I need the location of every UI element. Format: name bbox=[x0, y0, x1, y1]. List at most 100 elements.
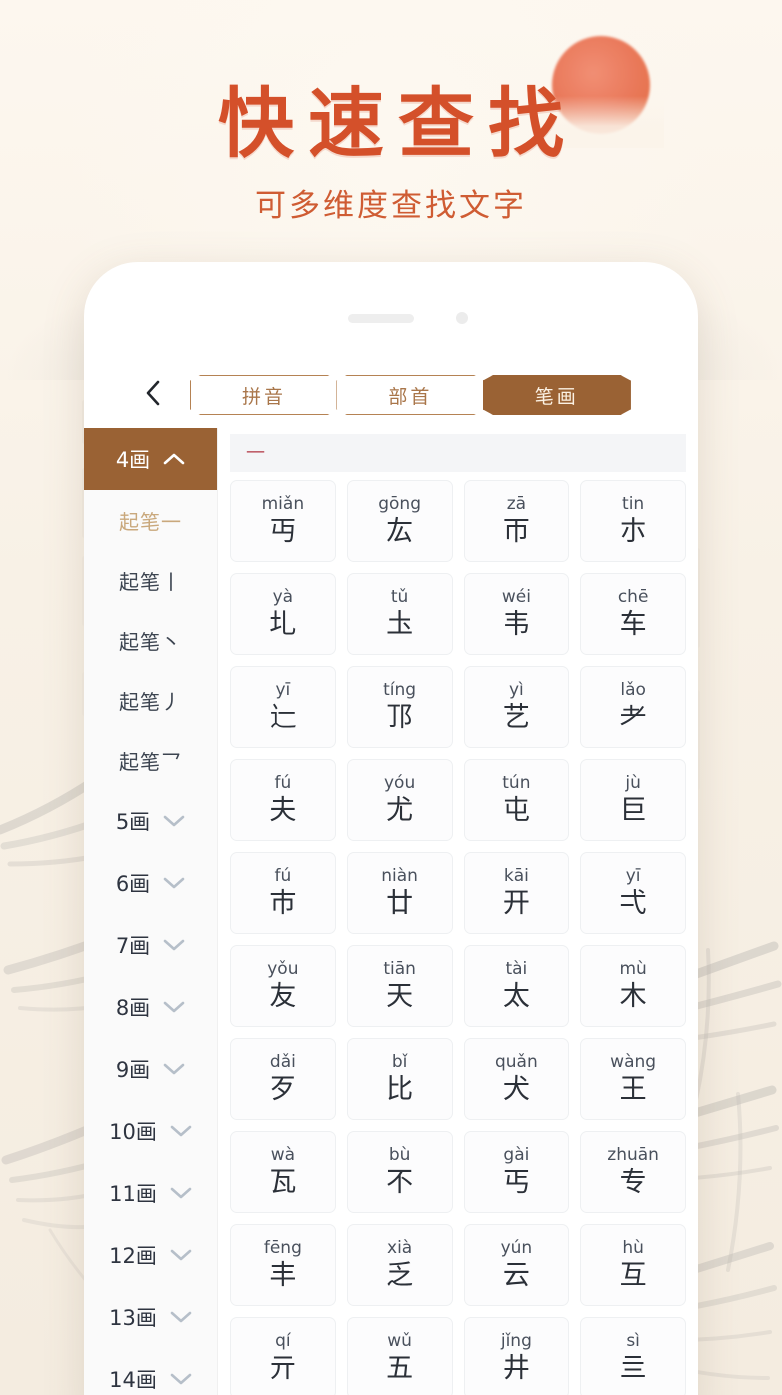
stroke-group-8画[interactable]: 8画 bbox=[84, 976, 217, 1038]
character-cell[interactable]: tiān 天 bbox=[346, 945, 453, 1027]
tab-radical[interactable]: 部首 bbox=[336, 375, 485, 415]
character-pinyin: niàn bbox=[381, 866, 418, 887]
character-cell[interactable]: yǒu 友 bbox=[230, 945, 336, 1027]
character-cell[interactable]: qí 亓 bbox=[230, 1317, 336, 1395]
character-cell[interactable]: miǎn 丏 bbox=[230, 480, 336, 562]
character-cell[interactable]: tǔ 圡 bbox=[346, 573, 453, 655]
chevron-down-icon bbox=[163, 1000, 185, 1014]
character-cell[interactable]: jǐng 井 bbox=[463, 1317, 570, 1395]
character-glyph: 廿 bbox=[386, 887, 414, 919]
character-glyph: 专 bbox=[619, 1166, 647, 1198]
chevron-down-icon bbox=[170, 1248, 192, 1262]
stroke-group-12画[interactable]: 12画 bbox=[84, 1224, 217, 1286]
character-cell[interactable]: kāi 开 bbox=[463, 852, 570, 934]
chevron-down-icon bbox=[163, 1001, 185, 1013]
character-cell[interactable]: yī 辷 bbox=[230, 666, 336, 748]
tab-label: 拼音 bbox=[241, 385, 286, 408]
character-glyph: 云 bbox=[502, 1259, 530, 1291]
chevron-down-icon bbox=[170, 1187, 192, 1199]
stroke-group-13画[interactable]: 13画 bbox=[84, 1286, 217, 1348]
character-glyph: 丐 bbox=[502, 1166, 530, 1198]
character-cell[interactable]: gōng 厷 bbox=[346, 480, 453, 562]
character-cell[interactable]: wéi 韦 bbox=[463, 573, 570, 655]
character-cell[interactable]: fú 巿 bbox=[230, 852, 336, 934]
character-glyph: 太 bbox=[502, 980, 530, 1012]
character-cell[interactable]: mù 木 bbox=[580, 945, 686, 1027]
stroke-group-14画[interactable]: 14画 bbox=[84, 1348, 217, 1395]
chevron-down-icon bbox=[170, 1310, 192, 1324]
stroke-start-item-1[interactable]: 起笔丨 bbox=[84, 550, 217, 610]
chevron-down-icon bbox=[163, 1063, 185, 1075]
character-glyph: 尤 bbox=[386, 794, 414, 826]
character-glyph: 朩 bbox=[619, 515, 647, 547]
character-cell[interactable]: wǔ 五 bbox=[346, 1317, 453, 1395]
back-button[interactable] bbox=[142, 378, 164, 408]
character-glyph: 车 bbox=[619, 608, 647, 640]
character-cell[interactable]: tin 朩 bbox=[580, 480, 686, 562]
tab-strokes[interactable]: 笔画 bbox=[482, 375, 631, 415]
character-cell[interactable]: yà 圠 bbox=[230, 573, 336, 655]
character-cell[interactable]: fú 夫 bbox=[230, 759, 336, 841]
stroke-start-item-4[interactable]: 起笔乛 bbox=[84, 730, 217, 790]
character-pinyin: yī bbox=[275, 680, 291, 701]
character-cell[interactable]: dǎi 歹 bbox=[230, 1038, 336, 1120]
stroke-group-4画[interactable]: 4画 bbox=[84, 428, 217, 490]
stroke-start-item-2[interactable]: 起笔丶 bbox=[84, 610, 217, 670]
character-cell[interactable]: chē 车 bbox=[580, 573, 686, 655]
character-glyph: 圠 bbox=[269, 608, 297, 640]
character-cell[interactable]: yóu 尤 bbox=[346, 759, 453, 841]
character-pinyin: tài bbox=[505, 959, 528, 980]
character-glyph: 乏 bbox=[386, 1259, 414, 1291]
chevron-down-icon bbox=[163, 876, 185, 890]
character-cell[interactable]: bǐ 比 bbox=[346, 1038, 453, 1120]
character-results-panel: 一 miǎn 丏 gōng 厷 zā 帀 tin 朩 yà 圠 tǔ 圡 wéi 韦 chē 车 yī 辷 tíng… bbox=[218, 428, 698, 1395]
character-cell[interactable]: yī 弌 bbox=[580, 852, 686, 934]
character-cell[interactable]: tài 太 bbox=[463, 945, 570, 1027]
stroke-count-sidebar[interactable]: 4画 起笔一 起笔丨起笔丶起笔丿起笔乛 5画 6画 7画 8画 9画 10画 11画 12画 13画 1… bbox=[84, 428, 218, 1395]
character-cell[interactable]: lǎo 耂 bbox=[580, 666, 686, 748]
character-cell[interactable]: xià 乏 bbox=[346, 1224, 453, 1306]
stroke-group-label: 5画 bbox=[115, 810, 151, 834]
stroke-group-7画[interactable]: 7画 bbox=[84, 914, 217, 976]
stroke-group-5画[interactable]: 5画 bbox=[84, 790, 217, 852]
character-pinyin: tíng bbox=[383, 680, 417, 701]
stroke-start-label: 起笔乛 bbox=[119, 749, 182, 774]
promo-title: 快速查找 bbox=[218, 79, 578, 168]
character-cell[interactable]: wàng 王 bbox=[580, 1038, 686, 1120]
character-pinyin: chē bbox=[617, 587, 649, 608]
stroke-group-6画[interactable]: 6画 bbox=[84, 852, 217, 914]
character-glyph: 丰 bbox=[269, 1259, 297, 1291]
character-cell[interactable]: niàn 廿 bbox=[346, 852, 453, 934]
character-cell[interactable]: tíng 邒 bbox=[346, 666, 453, 748]
character-cell[interactable]: bù 不 bbox=[346, 1131, 453, 1213]
character-pinyin: xià bbox=[387, 1238, 413, 1259]
character-cell[interactable]: zhuān 专 bbox=[580, 1131, 686, 1213]
stroke-group-10画[interactable]: 10画 bbox=[84, 1100, 217, 1162]
character-pinyin: wéi bbox=[501, 587, 531, 608]
stroke-start-item-0[interactable]: 起笔一 bbox=[84, 490, 217, 550]
character-cell[interactable]: yì 艺 bbox=[463, 666, 570, 748]
character-cell[interactable]: quǎn 犬 bbox=[463, 1038, 570, 1120]
character-pinyin: fú bbox=[274, 866, 292, 887]
character-cell[interactable]: wà 瓦 bbox=[230, 1131, 336, 1213]
character-pinyin: sì bbox=[626, 1331, 640, 1352]
stroke-start-label: 起笔丶 bbox=[119, 629, 182, 654]
tab-pinyin[interactable]: 拼音 bbox=[190, 375, 338, 415]
character-glyph: 五 bbox=[386, 1352, 414, 1384]
stroke-group-label: 12画 bbox=[109, 1244, 157, 1268]
character-cell[interactable]: yún 云 bbox=[463, 1224, 570, 1306]
character-pinyin: miǎn bbox=[261, 494, 305, 515]
character-cell[interactable]: sì 亖 bbox=[580, 1317, 686, 1395]
character-cell[interactable]: hù 互 bbox=[580, 1224, 686, 1306]
stroke-group-11画[interactable]: 11画 bbox=[84, 1162, 217, 1224]
character-cell[interactable]: tún 屯 bbox=[463, 759, 570, 841]
stroke-group-9画[interactable]: 9画 bbox=[84, 1038, 217, 1100]
character-cell[interactable]: gài 丐 bbox=[463, 1131, 570, 1213]
stroke-start-item-3[interactable]: 起笔丿 bbox=[84, 670, 217, 730]
character-cell[interactable]: fēng 丰 bbox=[230, 1224, 336, 1306]
character-cell[interactable]: zā 帀 bbox=[463, 480, 570, 562]
character-cell[interactable]: jù 巨 bbox=[580, 759, 686, 841]
chevron-left-icon bbox=[146, 380, 160, 406]
chevron-down-icon bbox=[170, 1124, 192, 1138]
search-mode-tabs: 拼音 部首 笔画 bbox=[190, 375, 631, 415]
